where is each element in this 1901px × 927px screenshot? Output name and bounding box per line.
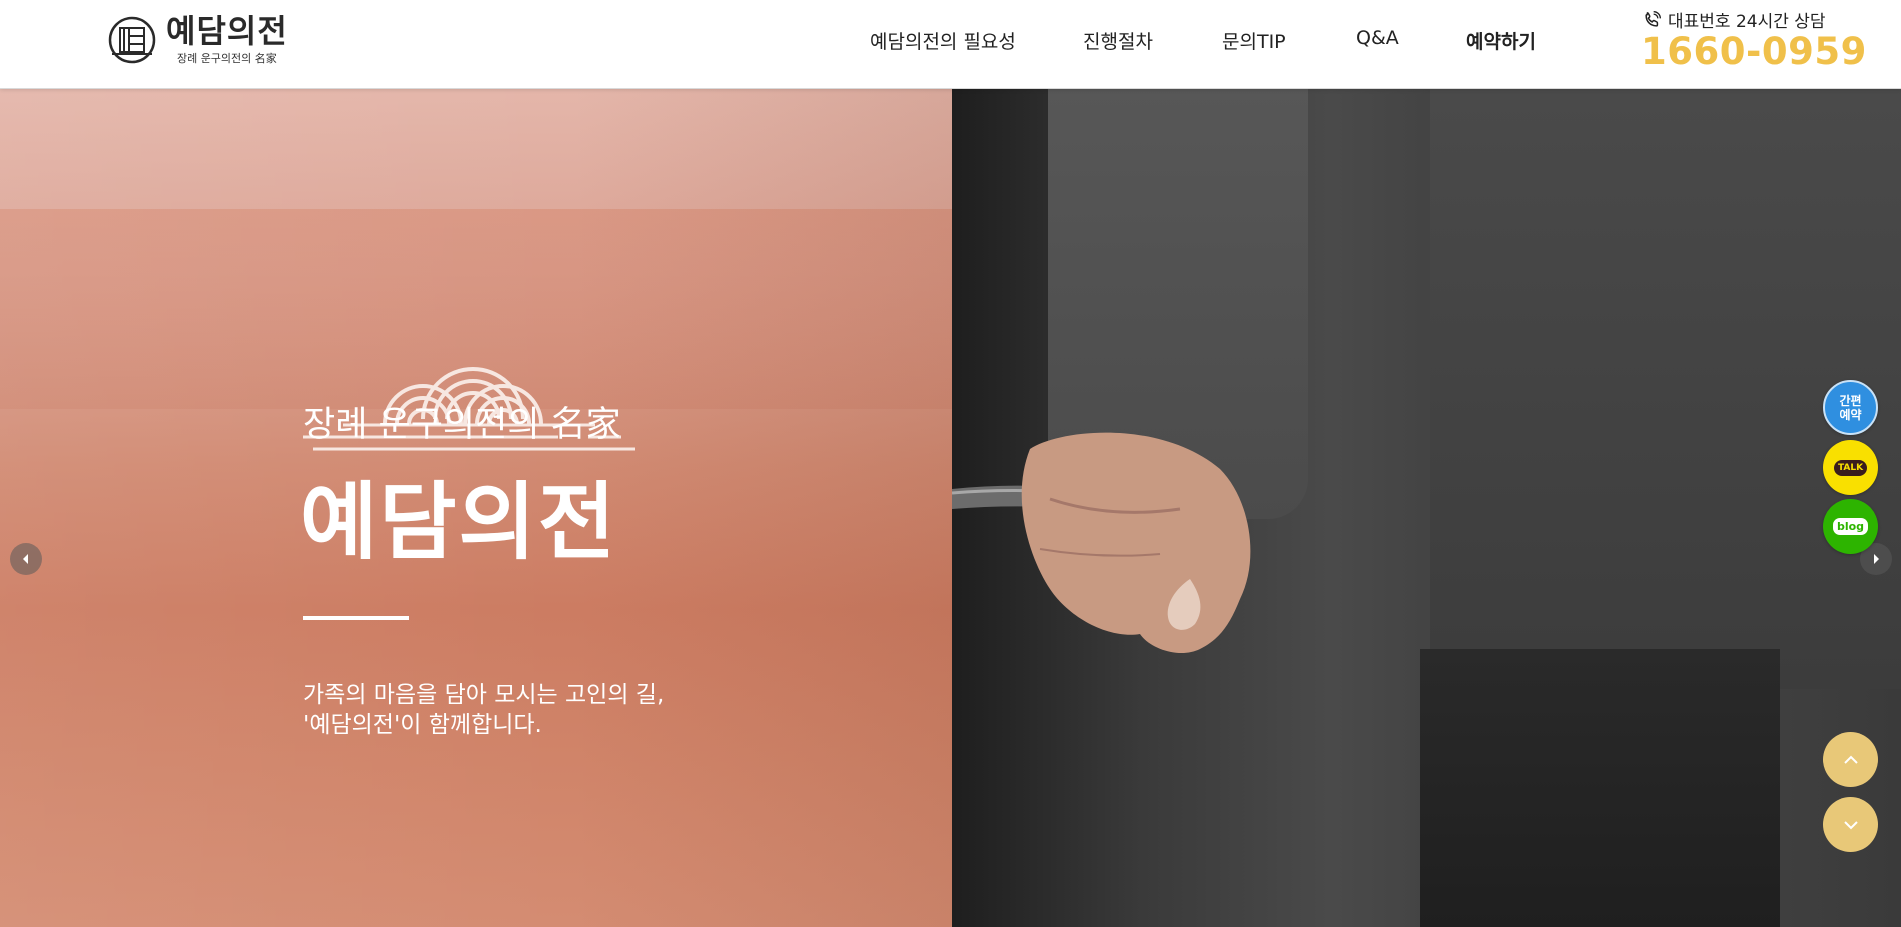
- hero-desc-line-1: 가족의 마음을 담아 모시는 고인의 길,: [303, 682, 665, 708]
- chevron-down-icon: [1843, 820, 1858, 829]
- nav-item-inquiry-tip[interactable]: 문의TIP: [1222, 27, 1286, 54]
- blog-icon: blog: [1832, 518, 1869, 535]
- chevron-up-icon: [1843, 755, 1858, 764]
- hero-divider: [303, 616, 409, 620]
- phone-label-text: 대표번호 24시간 상담: [1668, 12, 1826, 32]
- scroll-top-button[interactable]: [1823, 732, 1878, 787]
- hero-slider: 장례 운구의전의 名家 예담의전 가족의 마음을 담아 모시는 고인의 길, '…: [0, 89, 1901, 927]
- chevron-right-icon: [1874, 554, 1879, 564]
- chevron-left-icon: [23, 554, 28, 564]
- site-header: 예담의전 장례 운구의전의 名家 예담의전의 필요성 진행절차 문의TIP Q&…: [0, 0, 1901, 89]
- nav-item-qna[interactable]: Q&A: [1356, 27, 1399, 49]
- hero-tagline: 장례 운구의전의 名家: [303, 405, 621, 445]
- phone-label: 대표번호 24시간 상담: [1642, 7, 1826, 32]
- hand-illustration: [1021, 432, 1251, 654]
- quick-reservation-label: 간편예약: [1839, 393, 1862, 422]
- logo-title: 예담의전: [166, 12, 288, 50]
- blog-button[interactable]: blog: [1823, 499, 1878, 554]
- trouser: [1420, 649, 1780, 927]
- scroll-bottom-button[interactable]: [1823, 797, 1878, 852]
- kakao-talk-icon: TALK: [1833, 459, 1868, 476]
- nav-item-necessity[interactable]: 예담의전의 필요성: [870, 27, 1016, 54]
- nav-item-reservation[interactable]: 예약하기: [1466, 27, 1536, 54]
- nav-item-procedure[interactable]: 진행절차: [1083, 27, 1153, 54]
- phone-number[interactable]: 1660-0959: [1641, 30, 1867, 73]
- phone-icon: [1645, 10, 1661, 27]
- slider-prev-button[interactable]: [10, 543, 42, 575]
- hero-desc-line-2: '예담의전'이 함께합니다.: [303, 712, 542, 738]
- logo-mark-icon: [108, 16, 156, 63]
- hero-title: 예담의전: [300, 472, 618, 571]
- hero-description: 가족의 마음을 담아 모시는 고인의 길, '예담의전'이 함께합니다.: [303, 680, 664, 740]
- kakao-talk-button[interactable]: TALK: [1823, 440, 1878, 495]
- quick-reservation-button[interactable]: 간편예약: [1823, 380, 1878, 435]
- site-logo[interactable]: 예담의전 장례 운구의전의 名家: [108, 13, 288, 66]
- logo-subtitle: 장례 운구의전의 名家: [176, 52, 277, 65]
